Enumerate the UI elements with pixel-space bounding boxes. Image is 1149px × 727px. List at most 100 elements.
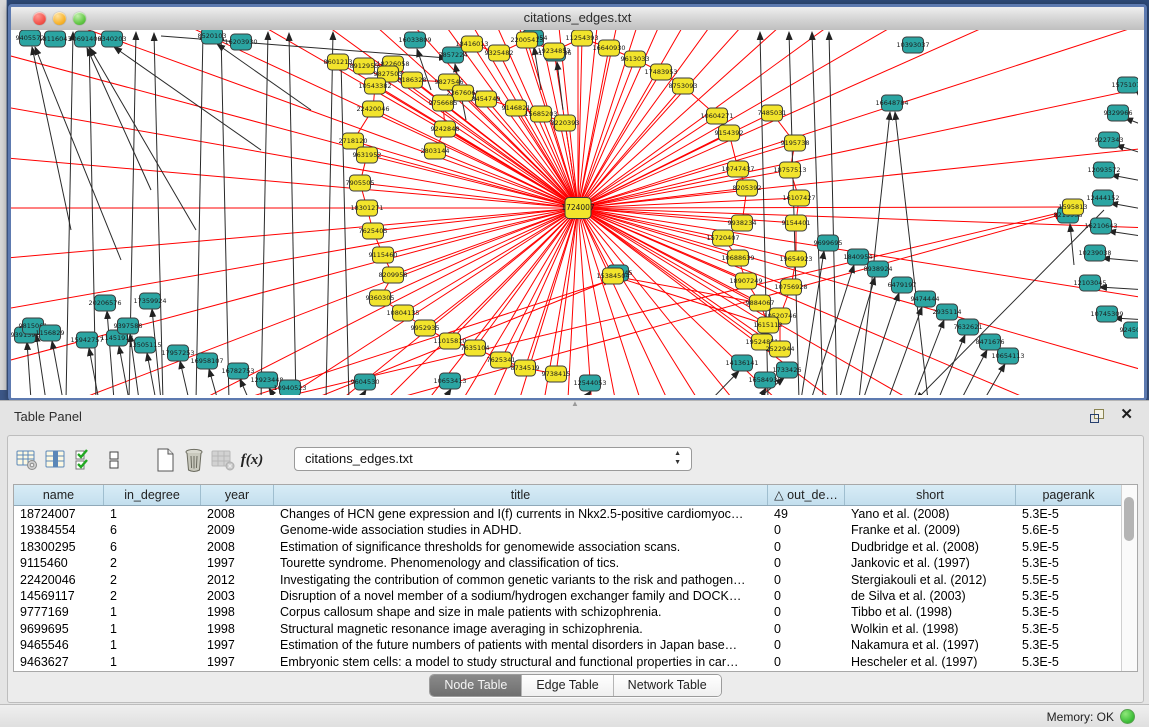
table-select-dropdown[interactable]: citations_edges.txt ▲▼ <box>294 447 692 471</box>
graph-node[interactable]: 9154401 <box>782 215 811 231</box>
graph-node[interactable]: 9242848 <box>431 121 460 137</box>
graph-node[interactable]: 6479197 <box>888 277 917 293</box>
graph-node[interactable]: 7485031 <box>758 105 787 121</box>
citation-network-graph[interactable]: 9405572181160432069140693402038520103162… <box>11 30 1138 395</box>
graph-node[interactable]: 16107427 <box>782 190 815 206</box>
graph-node[interactable]: 20206576 <box>88 295 121 311</box>
graph-node[interactable]: 9227343 <box>1095 132 1124 148</box>
graph-node[interactable]: 9952935 <box>411 320 440 336</box>
graph-node[interactable]: 7632621 <box>954 319 983 335</box>
graph-node[interactable]: 9613033 <box>621 51 650 67</box>
graph-node[interactable]: 7905505 <box>346 175 375 191</box>
graph-node[interactable]: 16203930 <box>224 34 257 50</box>
graph-node[interactable]: 12544053 <box>573 375 606 391</box>
graph-node[interactable]: 15942757 <box>70 332 103 348</box>
graph-node[interactable]: 7635104 <box>461 340 490 356</box>
table-row[interactable]: 1872400712008Changes of HCN gene express… <box>14 506 1137 522</box>
graph-node[interactable]: 10745309 <box>1090 306 1123 322</box>
graph-node[interactable]: 9397588 <box>114 318 143 334</box>
graph-node[interactable]: 9631952 <box>353 147 382 163</box>
graph-node[interactable]: 9195738 <box>781 135 810 151</box>
function-builder-icon[interactable]: f(x) <box>239 446 265 474</box>
graph-node[interactable]: 9738415 <box>542 366 571 382</box>
table-row[interactable]: 2242004622012Investigating the contribut… <box>14 572 1137 588</box>
table-row[interactable]: 946554611997Estimation of the future num… <box>14 637 1137 653</box>
tab-node-table[interactable]: Node Table <box>430 675 522 696</box>
graph-node[interactable]: 9340203 <box>98 31 127 47</box>
graph-node[interactable]: 10804135 <box>386 305 419 321</box>
graph-node[interactable]: 9115460 <box>369 247 398 263</box>
graph-node[interactable]: 8471676 <box>976 334 1005 350</box>
graph-node[interactable]: 18757513 <box>773 162 806 178</box>
network-view-canvas[interactable]: 9405572181160432069140693402038520103162… <box>11 30 1144 398</box>
graph-node[interactable]: 12103045 <box>1073 275 1106 291</box>
graph-node[interactable]: 9938234 <box>728 215 757 231</box>
graph-node[interactable]: 19654923 <box>779 251 812 267</box>
graph-node[interactable]: 1595813 <box>1059 199 1088 215</box>
graph-node[interactable]: 2935114 <box>933 304 962 320</box>
graph-node[interactable]: 9884067 <box>746 295 775 311</box>
table-row[interactable]: 1830029562008Estimation of significance … <box>14 539 1137 555</box>
graph-node[interactable]: 7625405 <box>359 223 388 239</box>
graph-node[interactable]: 8734519 <box>511 360 540 376</box>
graph-node[interactable]: 8220393 <box>551 115 580 131</box>
graph-node[interactable]: 1724007 <box>561 198 595 219</box>
memory-ok-indicator[interactable] <box>1120 709 1135 724</box>
column-header-1[interactable]: in_degree <box>104 485 201 505</box>
table-row[interactable]: 1456911722003Disruption of a novel membe… <box>14 588 1137 604</box>
new-table-icon[interactable] <box>152 446 178 474</box>
graph-node[interactable]: 16033809 <box>398 32 431 48</box>
graph-node[interactable]: 9699695 <box>814 235 843 251</box>
close-panel-icon[interactable]: ✕ <box>1120 406 1133 424</box>
network-window-titlebar[interactable]: citations_edges.txt <box>11 7 1144 31</box>
graph-node[interactable]: 9154392 <box>715 125 744 141</box>
graph-node[interactable]: 15751074 <box>1111 77 1138 93</box>
graph-node[interactable]: 9604530 <box>351 374 380 390</box>
graph-node[interactable]: 10688639 <box>721 250 754 266</box>
graph-node[interactable]: 9245012 <box>1120 322 1138 338</box>
table-row[interactable]: 1938455462009Genome-wide association stu… <box>14 522 1137 538</box>
select-rows-icon[interactable] <box>72 446 98 474</box>
graph-node[interactable]: 14136141 <box>725 355 758 371</box>
column-header-4[interactable]: △ out_de… <box>768 485 845 505</box>
column-header-6[interactable]: pagerank <box>1016 485 1122 505</box>
scrollbar-thumb[interactable] <box>1124 497 1134 541</box>
graph-node[interactable]: 8753093 <box>669 78 698 94</box>
table-row[interactable]: 911546021997Tourette syndrome. Phenomeno… <box>14 555 1137 571</box>
graph-node[interactable]: 8601213 <box>324 54 353 70</box>
table-row[interactable]: 977716911998Corpus callosum shape and si… <box>14 604 1137 620</box>
column-header-3[interactable]: title <box>274 485 768 505</box>
graph-node[interactable]: 8186328 <box>398 72 427 88</box>
graph-node[interactable]: 18301271 <box>350 200 383 216</box>
delete-rows-icon[interactable] <box>181 446 207 474</box>
vertical-scrollbar[interactable] <box>1121 485 1137 671</box>
tab-edge-table[interactable]: Edge Table <box>522 675 613 696</box>
graph-node[interactable]: 9329966 <box>1104 105 1133 121</box>
column-header-0[interactable]: name <box>14 485 104 505</box>
select-columns-icon[interactable] <box>43 446 69 474</box>
graph-node[interactable]: 9474444 <box>911 291 940 307</box>
graph-node[interactable]: 16640930 <box>592 40 625 56</box>
graph-node[interactable]: 2522944 <box>766 341 795 357</box>
graph-node[interactable]: 8454749 <box>472 91 501 107</box>
table-row[interactable]: 946362711997Embryonic stem cells: a mode… <box>14 654 1137 670</box>
graph-node[interactable]: 16648784 <box>875 95 908 111</box>
graph-node[interactable]: 17359924 <box>133 293 166 309</box>
split-resize-handle[interactable]: ▲ <box>570 401 580 407</box>
graph-node[interactable]: 2803144 <box>421 143 450 159</box>
float-panel-icon[interactable] <box>1089 408 1105 423</box>
graph-node[interactable]: 1156829 <box>36 325 65 341</box>
graph-node[interactable]: 8520103 <box>198 30 227 44</box>
graph-node[interactable]: 9325482 <box>485 45 514 61</box>
column-header-5[interactable]: short <box>845 485 1016 505</box>
table-row[interactable]: 969969511998Structural magnetic resonanc… <box>14 621 1137 637</box>
graph-node[interactable]: 18907249 <box>729 273 762 289</box>
graph-node[interactable]: 10393037 <box>896 37 929 53</box>
graph-node[interactable]: 8938924 <box>864 261 893 277</box>
graph-node[interactable]: 9756685 <box>429 95 458 111</box>
tab-network-table[interactable]: Network Table <box>614 675 721 696</box>
graph-node[interactable]: 1615112 <box>754 317 783 333</box>
row-height-icon[interactable] <box>101 446 127 474</box>
graph-node[interactable]: 9360305 <box>366 290 395 306</box>
table-settings-icon[interactable] <box>14 446 40 474</box>
